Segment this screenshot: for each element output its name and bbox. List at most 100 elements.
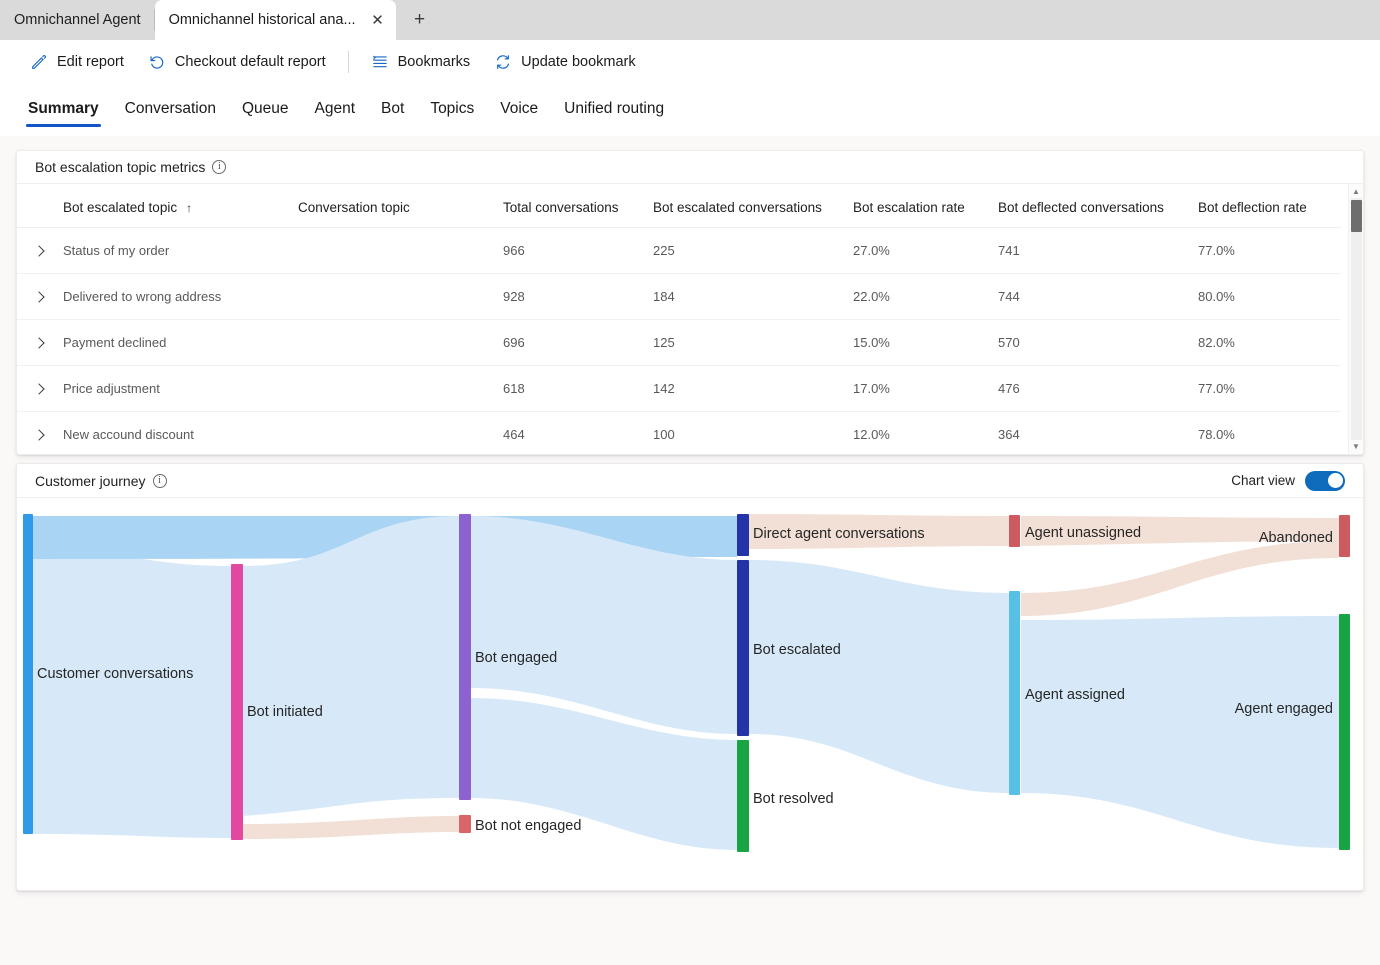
row-expander-button[interactable] [17,319,63,366]
row-expander-button[interactable] [17,365,63,412]
sankey-node-agent-engaged[interactable] [1339,614,1350,850]
table-row[interactable]: Price adjustment 618 142 17.0% 476 77.0% [17,365,1341,412]
chevron-right-icon [33,337,45,349]
info-icon[interactable]: i [152,473,167,488]
cell-conversation-topic [298,273,503,320]
bookmarks-label: Bookmarks [397,54,471,70]
cell-deflection-rate: 80.0% [1198,273,1341,320]
card-title: Customer journey [35,472,146,489]
scrollbar-thumb[interactable] [1351,200,1362,232]
sankey-links [33,514,1339,850]
sankey-node-abandoned[interactable] [1339,515,1350,557]
sankey-node-direct-agent-conversations[interactable] [737,514,749,556]
column-header-bot-deflection-rate[interactable]: Bot deflection rate [1198,184,1341,228]
close-icon[interactable]: ✕ [368,10,388,30]
edit-report-button[interactable]: Edit report [18,47,136,77]
tab-voice[interactable]: Voice [490,94,548,127]
row-expander-button[interactable] [17,273,63,320]
column-label: Bot escalated conversations [653,200,822,215]
sankey-node-agent-assigned[interactable] [1009,591,1020,795]
chevron-right-icon [33,291,45,303]
table-row[interactable]: Payment declined 696 125 15.0% 570 82.0% [17,319,1341,366]
table-header-row: Bot escalated topic ↑ Conversation topic … [17,184,1341,228]
tab-queue[interactable]: Queue [232,94,299,127]
checkout-default-report-label: Checkout default report [174,54,326,70]
chart-view-toggle[interactable] [1305,470,1345,491]
column-header-bot-escalated-topic[interactable]: Bot escalated topic ↑ [63,184,298,228]
sort-ascending-icon: ↑ [186,201,193,215]
cell-total: 696 [503,319,653,366]
sankey-node-bot-engaged[interactable] [459,514,471,800]
table-row[interactable]: Status of my order 966 225 27.0% 741 77.… [17,227,1341,274]
link-agent-assigned-to-agent-engaged [1021,616,1339,848]
cell-deflection-rate: 77.0% [1198,227,1341,274]
report-page: Bot escalation topic metrics i Bot escal… [0,136,1380,965]
table-row[interactable]: New accound discount 464 100 12.0% 364 7… [17,411,1341,454]
sankey-node-bot-resolved[interactable] [737,740,749,852]
bookmarks-button[interactable]: Bookmarks [359,47,483,77]
column-header-bot-escalation-rate[interactable]: Bot escalation rate [853,184,998,228]
sankey-node-bot-escalated[interactable] [737,560,749,736]
tab-agent[interactable]: Agent [305,94,366,127]
row-expander-button[interactable] [17,411,63,454]
cell-total: 464 [503,411,653,454]
link-bot-initiated-to-bot-engaged [243,516,459,816]
column-header-bot-escalated-conversations[interactable]: Bot escalated conversations [653,184,853,228]
cell-deflected: 476 [998,365,1198,412]
cell-escalation-rate: 22.0% [853,273,998,320]
sankey-label-direct-agent-conversations: Direct agent conversations [753,526,925,542]
cell-deflection-rate: 78.0% [1198,411,1341,454]
scroll-up-icon[interactable]: ▲ [1352,184,1360,199]
scrollbar-track[interactable] [1351,198,1362,440]
cell-escalation-rate: 12.0% [853,411,998,454]
tab-summary[interactable]: Summary [18,94,109,127]
tab-label: Conversation [124,99,216,117]
cell-topic: Status of my order [63,227,298,274]
update-bookmark-button[interactable]: Update bookmark [482,47,647,77]
link-agent-assigned-to-abandoned [1021,541,1339,616]
edit-report-label: Edit report [57,54,124,70]
customer-journey-sankey: Customer conversations Bot initiated Bot… [17,498,1363,890]
column-header-conversation-topic[interactable]: Conversation topic [298,184,503,228]
checkout-default-report-button[interactable]: Checkout default report [136,47,338,77]
tab-label: Agent [314,99,356,117]
table-vertical-scrollbar[interactable]: ▲ ▼ [1348,184,1363,454]
tab-label: Queue [241,99,289,117]
info-icon[interactable]: i [212,160,227,174]
browser-tab-strip: Omnichannel Agent Omnichannel historical… [0,0,1380,40]
sankey-node-agent-unassigned[interactable] [1009,515,1020,547]
tab-conversation[interactable]: Conversation [115,94,226,127]
cell-deflected: 744 [998,273,1198,320]
metrics-table-scroll-area: Bot escalated topic ↑ Conversation topic … [17,184,1363,454]
sankey-node-customer-conversations[interactable] [23,514,33,834]
table-row[interactable]: Delivered to wrong address 928 184 22.0%… [17,273,1341,320]
cell-topic: Price adjustment [63,365,298,412]
sankey-node-bot-initiated[interactable] [231,564,243,840]
browser-tab-omnichannel-agent[interactable]: Omnichannel Agent [0,0,155,40]
cell-conversation-topic [298,365,503,412]
chevron-right-icon [33,245,45,257]
sankey-label-bot-escalated: Bot escalated [753,642,841,658]
cell-conversation-topic [298,227,503,274]
column-label: Bot escalated topic [63,200,178,215]
cell-total: 618 [503,365,653,412]
column-header-bot-deflected-conversations[interactable]: Bot deflected conversations [998,184,1198,228]
row-expander-button[interactable] [17,227,63,274]
cell-deflection-rate: 82.0% [1198,319,1341,366]
cell-topic: Payment declined [63,319,298,366]
cell-topic: New accound discount [63,411,298,454]
report-nav-tabs: Summary Conversation Queue Agent Bot Top… [0,84,1380,136]
bookmarks-icon [371,53,389,71]
scroll-down-icon[interactable]: ▼ [1352,439,1360,454]
browser-tab-omnichannel-historical-analytics[interactable]: Omnichannel historical ana... ✕ [154,0,396,40]
column-label: Bot escalation rate [853,200,965,215]
new-tab-button[interactable]: + [402,3,438,37]
tab-unified-routing[interactable]: Unified routing [554,94,674,127]
toggle-knob [1327,473,1343,488]
column-header-total-conversations[interactable]: Total conversations [503,184,653,228]
cell-deflected: 570 [998,319,1198,366]
sankey-node-bot-not-engaged[interactable] [459,815,471,833]
tab-topics[interactable]: Topics [420,94,484,127]
command-bar-separator [347,51,349,73]
tab-bot[interactable]: Bot [371,94,414,127]
